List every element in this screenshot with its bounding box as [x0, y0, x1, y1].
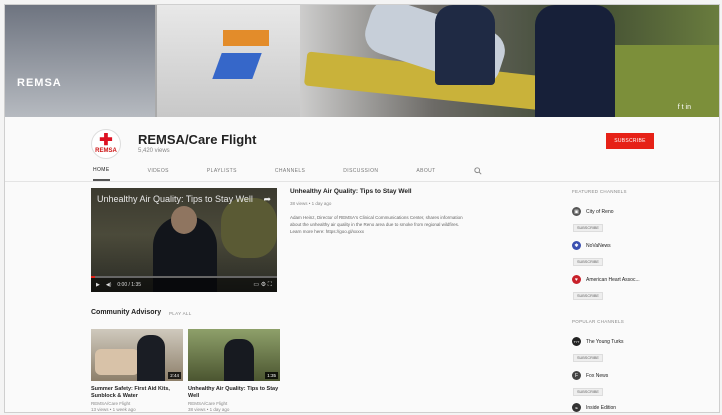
banner-medic-2	[535, 5, 615, 117]
featured-channel-item[interactable]: ▣ City of Reno SUBSCRIBE	[572, 207, 682, 234]
video-speaker-head	[171, 206, 197, 234]
featured-channels-heading: Featured Channels	[572, 189, 627, 194]
subscribe-button[interactable]: SUBSCRIBE	[573, 292, 603, 300]
channel-icon: ✱	[572, 241, 581, 250]
channel-icon: ▣	[572, 207, 581, 216]
banner-grass	[605, 45, 719, 117]
channel-icon: IE	[572, 403, 581, 412]
channel-name[interactable]: Fox News	[586, 373, 608, 379]
thumbnail-scene	[95, 349, 139, 375]
channel-name[interactable]: City of Reno	[586, 209, 614, 215]
volume-icon[interactable]: ◀)	[106, 282, 112, 288]
video-controls: ▶ ◀) 0:00 / 1:35	[91, 278, 277, 292]
popular-channel-item[interactable]: TYT The Young Turks SUBSCRIBE	[572, 337, 682, 364]
banner-vehicle-text: REMSA	[17, 77, 62, 89]
play-all-button[interactable]: PLAY ALL	[169, 311, 192, 316]
video-thumbnail[interactable]: 2:44	[91, 329, 183, 381]
featured-video-info: Unhealthy Air Quality: Tips to Stay Well…	[290, 188, 470, 235]
fullscreen-icon[interactable]: ⛶	[268, 282, 272, 288]
channel-subscriber-count: 5,420 views	[138, 148, 170, 154]
video-duration: 2:44	[168, 372, 181, 379]
tab-videos[interactable]: Videos	[148, 161, 169, 181]
tab-discussion[interactable]: Discussion	[343, 161, 378, 181]
tab-playlists[interactable]: Playlists	[207, 161, 237, 181]
thumbnail-speaker	[137, 335, 165, 381]
youtube-channel-window: REMSA f t in ✚ REMSA REMSA/Care Flight 5…	[4, 4, 720, 413]
video-time: 0:00 / 1:35	[117, 282, 142, 288]
search-icon[interactable]	[473, 161, 482, 181]
section-title[interactable]: Community Advisory	[91, 309, 161, 316]
popular-channel-item[interactable]: F Fox News SUBSCRIBE	[572, 371, 682, 398]
featured-channel-item[interactable]: ✱ NoVaNews SUBSCRIBE	[572, 241, 682, 268]
video-overlay-title: Unhealthy Air Quality: Tips to Stay Well	[97, 194, 253, 204]
channel-name[interactable]: The Young Turks	[586, 339, 624, 345]
banner-medic	[435, 5, 495, 85]
featured-video-player[interactable]: Unhealthy Air Quality: Tips to Stay Well…	[91, 188, 277, 292]
video-background-tree	[221, 198, 277, 258]
cross-icon: ✚	[99, 132, 113, 149]
thumbnail-speaker	[224, 339, 254, 381]
banner-ambulance-door	[5, 5, 155, 117]
channel-name[interactable]: NoVaNews	[586, 243, 611, 249]
share-icon[interactable]: ➦	[263, 194, 271, 205]
featured-channel-item[interactable]: ♥ American Heart Assoc... SUBSCRIBE	[572, 275, 682, 302]
channel-icon: F	[572, 371, 581, 380]
video-card-meta: 13 views • 1 week ago	[91, 407, 136, 412]
popular-channels-heading: Popular Channels	[572, 319, 625, 324]
banner-orange-stripe	[223, 30, 269, 46]
play-icon[interactable]: ▶	[96, 282, 100, 288]
channel-name[interactable]: Inside Edition	[586, 405, 616, 411]
tab-channels[interactable]: Channels	[275, 161, 305, 181]
video-card-title[interactable]: Summer Safety: First Aid Kits, Sunblock …	[91, 386, 183, 400]
channel-icon: TYT	[572, 337, 581, 346]
channel-icon: ♥	[572, 275, 581, 284]
subscribe-button[interactable]: SUBSCRIBE	[573, 388, 603, 396]
header-divider	[5, 181, 719, 182]
featured-video-description: Adam Heinz, Director of REMSA's Clinical…	[290, 215, 463, 234]
subscribe-button[interactable]: SUBSCRIBE	[573, 258, 603, 266]
channel-avatar[interactable]: ✚ REMSA	[91, 129, 121, 159]
featured-video-title[interactable]: Unhealthy Air Quality: Tips to Stay Well	[290, 188, 470, 195]
video-card-title[interactable]: Unhealthy Air Quality: Tips to Stay Well	[188, 386, 280, 400]
channel-tabs: Home Videos Playlists Channels Discussio…	[93, 161, 482, 181]
subscribe-button[interactable]: SUBSCRIBE	[573, 354, 603, 362]
channel-name: REMSA/Care Flight	[138, 132, 257, 147]
popular-channel-item[interactable]: IE Inside Edition	[572, 403, 682, 412]
featured-video-meta: 38 views • 1 day ago	[290, 201, 332, 206]
video-thumbnail[interactable]: 1:35	[188, 329, 280, 381]
subscribe-button[interactable]: SUBSCRIBE	[606, 133, 654, 149]
screenshot-page: REMSA f t in ✚ REMSA REMSA/Care Flight 5…	[0, 0, 722, 415]
tab-home[interactable]: Home	[93, 161, 110, 181]
channel-banner: REMSA f t in	[5, 5, 719, 117]
settings-icon[interactable]: ⚙	[261, 282, 266, 288]
subscribe-button[interactable]: SUBSCRIBE	[573, 224, 603, 232]
banner-social-links[interactable]: f t in	[678, 104, 691, 111]
video-duration: 1:35	[265, 372, 278, 379]
video-settings-controls: ▭ ⚙ ⛶	[253, 281, 272, 289]
captions-icon[interactable]: ▭	[253, 282, 259, 288]
tab-about[interactable]: About	[416, 161, 435, 181]
channel-header: ✚ REMSA REMSA/Care Flight 5,420 views SU…	[5, 117, 719, 181]
channel-avatar-text: REMSA	[95, 148, 117, 154]
video-card-meta: 38 views • 1 day ago	[188, 407, 230, 412]
channel-name[interactable]: American Heart Assoc...	[586, 277, 640, 283]
